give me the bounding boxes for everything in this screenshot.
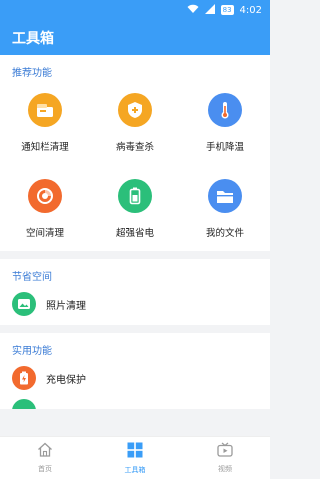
tab-video-label: 视频 <box>218 465 232 473</box>
section-title-recommended: 推荐功能 <box>12 68 52 79</box>
section-title-utility: 实用功能 <box>12 346 52 357</box>
tool-my-files[interactable]: 我的文件 <box>180 165 270 251</box>
tool-label: 病毒查杀 <box>115 142 154 153</box>
tool-photo-clean[interactable]: 照片清理 <box>0 283 270 325</box>
page-title: 工具箱 <box>12 30 54 47</box>
bottom-tab-bar: 首页 工具箱 视频 <box>0 436 270 479</box>
tab-home[interactable]: 首页 <box>0 437 90 479</box>
tab-video[interactable]: 视频 <box>180 437 270 479</box>
signal-icon <box>204 3 215 17</box>
tool-label: 空间清理 <box>25 228 64 239</box>
tool-partial-next[interactable] <box>0 399 270 409</box>
tool-cool-down[interactable]: 手机降温 <box>180 79 270 165</box>
content-scroll[interactable]: 推荐功能 通知栏清理 病毒查杀 手机降温 空间清理 超强省电 我的文件 节省空间… <box>0 55 270 436</box>
tool-charge-protect[interactable]: 充电保护 <box>0 357 270 399</box>
battery-status: 83 <box>220 5 234 15</box>
storage-clean-icon <box>28 179 62 213</box>
utility-section: 实用功能 充电保护 <box>0 333 270 409</box>
utility-next-icon <box>12 399 36 409</box>
photo-icon <box>12 292 36 316</box>
tool-label: 超强省电 <box>115 228 154 239</box>
tv-icon <box>217 442 233 461</box>
tool-label: 充电保护 <box>46 374 86 386</box>
tool-label: 我的文件 <box>205 228 244 239</box>
wifi-icon <box>187 4 199 17</box>
thermometer-icon <box>208 93 242 127</box>
virus-shield-icon <box>118 93 152 127</box>
status-time: 4:02 <box>239 4 262 16</box>
charging-protect-icon <box>12 366 36 390</box>
tool-notification-clean[interactable]: 通知栏清理 <box>0 79 90 165</box>
tab-toolbox-label: 工具箱 <box>124 465 146 474</box>
tool-power-save[interactable]: 超强省电 <box>90 165 180 251</box>
tool-space-clean[interactable]: 空间清理 <box>0 165 90 251</box>
tool-label: 通知栏清理 <box>21 142 69 153</box>
save-space-section: 节省空间 照片清理 <box>0 259 270 325</box>
tool-virus-scan[interactable]: 病毒查杀 <box>90 79 180 165</box>
battery-icon <box>118 179 152 213</box>
status-bar: 83 4:02 <box>0 0 270 20</box>
grid-icon <box>127 442 143 462</box>
tab-home-label: 首页 <box>38 465 52 473</box>
tool-label: 手机降温 <box>205 142 244 153</box>
app-header: 83 4:02 工具箱 <box>0 0 270 55</box>
tool-label: 照片清理 <box>46 300 86 312</box>
section-title-space: 节省空间 <box>12 272 52 283</box>
recommended-section: 推荐功能 通知栏清理 病毒查杀 手机降温 空间清理 超强省电 我的文件 <box>0 55 270 251</box>
notification-clean-icon <box>28 93 62 127</box>
folder-icon <box>208 179 242 213</box>
tab-toolbox[interactable]: 工具箱 <box>90 437 180 479</box>
home-icon <box>37 442 53 461</box>
